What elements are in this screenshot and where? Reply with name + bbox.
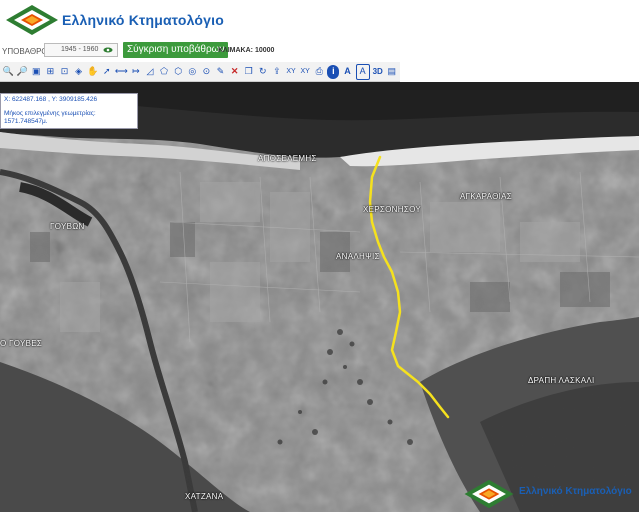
length-label: Μήκος επιλεγμένης γεωμετρίας: — [4, 110, 96, 117]
place-label: ΧΑΤΖΑΝΑ — [185, 492, 224, 501]
3d-view-icon[interactable]: 3D — [372, 65, 384, 79]
xy-coordinates-icon[interactable]: XY — [285, 65, 297, 79]
length-value: 1571.748547μ. — [4, 118, 48, 125]
layers-icon[interactable]: ▤ — [386, 65, 398, 79]
text-a-icon[interactable]: A — [341, 65, 353, 79]
pan-hand-icon[interactable]: ✋ — [87, 65, 99, 79]
xy-readout: X: 622487.168 , Y: 3909185.426 — [4, 96, 98, 103]
zoom-box-icon[interactable]: ⊞ — [44, 65, 56, 79]
measure-area-icon[interactable]: ◿ — [144, 65, 156, 79]
select-text-icon[interactable]: A — [355, 63, 370, 80]
controls-bar: ΥΠΟΒΑΘΡΟ: 1945 - 1960 Σύγκριση υποβάθρων… — [0, 40, 639, 62]
draw-shape-icon[interactable]: ⬡ — [172, 65, 184, 79]
basemap-select[interactable]: 1945 - 1960 — [44, 43, 118, 57]
compare-basemaps-button[interactable]: Σύγκριση υποβάθρων — [123, 42, 229, 58]
measure-line-icon[interactable]: ⟷ — [115, 65, 128, 79]
place-label: ΑΝΑΛΗΨΙΣ — [336, 252, 380, 261]
select-arrow-icon[interactable]: ➚ — [101, 65, 113, 79]
place-label: ΑΓΚΑΡΑΘΙΑΣ — [460, 192, 513, 201]
locate-point-icon[interactable]: ⊙ — [200, 65, 212, 79]
zoom-previous-icon[interactable]: ◈ — [73, 65, 85, 79]
zoom-in-icon[interactable]: 🔍 — [2, 65, 14, 79]
aerial-map[interactable]: ΑΠΟΣΕΛΕΜΗΣ ΧΕΡΣΟΝΗΣΟΥ ΑΓΚΑΡΑΘΙΑΣ ΑΝΑΛΗΨΙ… — [0, 82, 639, 512]
measure-distance-icon[interactable]: ↦ — [130, 65, 142, 79]
header: Ελληνικό Κτηματολόγιο — [0, 0, 639, 40]
delete-x-icon[interactable]: ✕ — [229, 65, 241, 79]
xy-transform-icon[interactable]: XY — [299, 65, 311, 79]
aerial-photo — [0, 82, 639, 512]
edit-pencil-icon[interactable]: ✎ — [214, 65, 226, 79]
copy-icon[interactable]: ❐ — [243, 65, 255, 79]
basemap-value: 1945 - 1960 — [61, 46, 99, 53]
zoom-out-icon[interactable]: 🔎 — [16, 65, 28, 79]
place-label: Ο ΓΟΥΒΕΣ — [0, 339, 43, 348]
map-toolbar: 🔍 🔎 ▣ ⊞ ⊡ ◈ ✋ ➚ ⟷ ↦ ◿ ⬠ ⬡ ◎ ⊙ ✎ ✕ ❐ ↻ ⇪ … — [0, 62, 400, 82]
draw-polygon-icon[interactable]: ⬠ — [158, 65, 170, 79]
zoom-extent-icon[interactable]: ▣ — [30, 65, 42, 79]
brand-title: Ελληνικό Κτηματολόγιο — [62, 12, 225, 28]
scale-label: ΚΛΙΜΑΚΑ: 10000 — [218, 47, 275, 54]
target-icon[interactable]: ◎ — [186, 65, 198, 79]
place-label: ΓΟΥΒΩΝ — [50, 222, 85, 231]
watermark-brand: Ελληνικό Κτηματολόγιο — [519, 486, 632, 497]
refresh-icon[interactable]: ↻ — [257, 65, 269, 79]
basemap-label: ΥΠΟΒΑΘΡΟ: — [2, 47, 50, 56]
place-label: ΧΕΡΣΟΝΗΣΟΥ — [363, 205, 421, 214]
export-icon[interactable]: ⇪ — [271, 65, 283, 79]
print-icon[interactable]: ⎙ — [313, 65, 325, 79]
ktimatologio-logo[interactable] — [4, 3, 60, 37]
info-icon[interactable]: i — [327, 64, 340, 79]
ktimatologio-watermark-logo — [464, 479, 514, 509]
place-label: ΔΡΑΠΗ ΛΑΣΚΑΛΙ — [528, 376, 595, 385]
place-label: ΑΠΟΣΕΛΕΜΗΣ — [258, 154, 317, 163]
coordinates-panel: X: 622487.168 , Y: 3909185.426 Μήκος επι… — [0, 93, 138, 129]
zoom-window-icon[interactable]: ⊡ — [58, 65, 70, 79]
eye-icon[interactable] — [103, 46, 113, 59]
